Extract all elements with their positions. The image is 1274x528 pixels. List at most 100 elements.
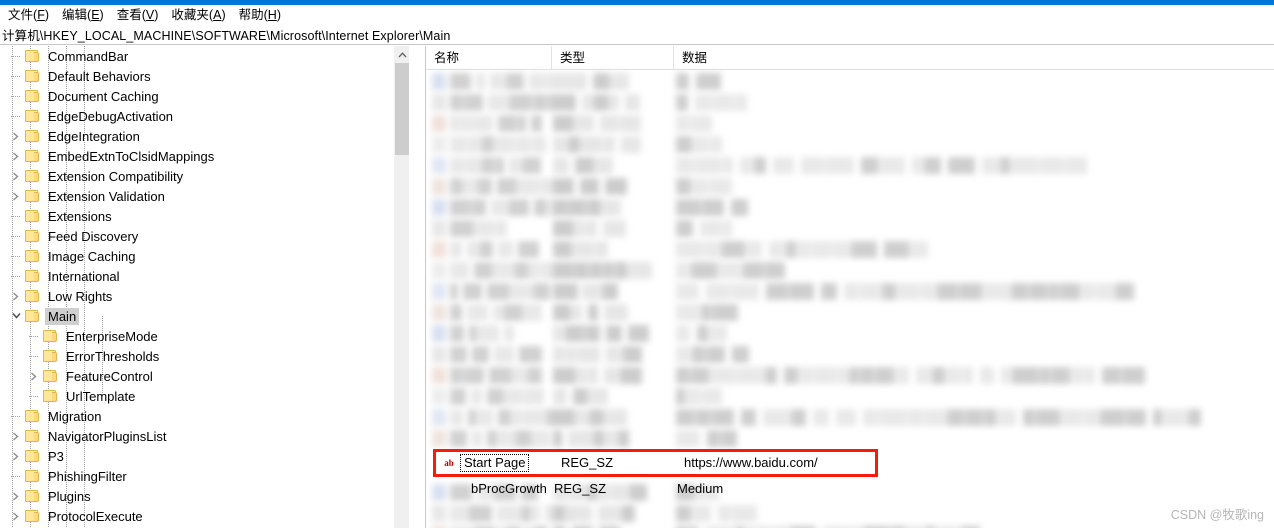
tree-item-plugins[interactable]: Plugins (8, 486, 94, 506)
chevron-right-icon[interactable] (8, 166, 24, 186)
menu-item-accelerator: (A) (208, 7, 226, 22)
tree-item-label: EnterpriseMode (66, 328, 158, 344)
tree-item-international[interactable]: International (8, 266, 123, 286)
chevron-right-icon[interactable] (8, 286, 24, 306)
chevron-right-icon[interactable] (8, 186, 24, 206)
tree-leaf-connector (8, 226, 24, 246)
redacted-row[interactable] (426, 218, 1274, 239)
column-header-data[interactable]: 数据 (673, 46, 1274, 70)
pixelation-mask (426, 115, 1274, 132)
redacted-row[interactable] (426, 155, 1274, 176)
menu-item-help[interactable]: 帮助(H) (235, 6, 290, 24)
tree-item-edgedebugactivation[interactable]: EdgeDebugActivation (8, 106, 176, 126)
tree-item-enterprisemode[interactable]: EnterpriseMode (26, 326, 161, 346)
tree-item-migration[interactable]: Migration (8, 406, 104, 426)
tree-item-navigatorpluginslist[interactable]: NavigatorPluginsList (8, 426, 170, 446)
redacted-row[interactable] (426, 197, 1274, 218)
registry-editor-window: 文件(F) 编辑(E) 查看(V) 收藏夹(A) 帮助(H) 计算机\HKEY_LOCA… (0, 0, 1274, 528)
address-bar[interactable]: 计算机\HKEY_LOCAL_MACHINE\SOFTWARE\Microsof… (0, 24, 1274, 45)
tree-leaf-connector (8, 266, 24, 286)
tree-item-protocolexecute[interactable]: ProtocolExecute (8, 506, 146, 526)
registry-path-text: 计算机\HKEY_LOCAL_MACHINE\SOFTWARE\Microsof… (2, 28, 451, 43)
scroll-thumb[interactable] (395, 63, 409, 155)
tree-vertical-scrollbar[interactable] (393, 46, 409, 528)
column-header-name[interactable]: 名称 (426, 46, 551, 70)
folder-icon (42, 349, 59, 363)
menu-item-edit[interactable]: 编辑(E) (58, 6, 113, 24)
tree-item-featurecontrol[interactable]: FeatureControl (26, 366, 156, 386)
tree-item-main[interactable]: Main (8, 306, 80, 326)
folder-icon (24, 469, 41, 483)
redacted-row[interactable] (426, 260, 1274, 281)
redacted-row[interactable] (426, 386, 1274, 407)
tree-item-label: EmbedExtnToClsidMappings (48, 148, 215, 164)
pixelation-mask (426, 367, 1274, 384)
folder-icon (42, 329, 59, 343)
redacted-row[interactable] (426, 407, 1274, 428)
registry-key-tree[interactable]: CommandBar Default Behaviors Document Cach… (0, 46, 409, 528)
tree-item-embedextntoclsidmappings[interactable]: EmbedExtnToClsidMappings (8, 146, 217, 166)
table-row-start-page[interactable]: ab Start Page REG_SZ https://www.baidu.c… (433, 449, 878, 477)
menu-item-label: 文件 (8, 7, 34, 22)
tree-item-default-behaviors[interactable]: Default Behaviors (8, 66, 154, 86)
menu-item-file[interactable]: 文件(F) (4, 6, 58, 24)
folder-icon (42, 389, 59, 403)
tree-leaf-connector (8, 86, 24, 106)
tree-item-errorthresholds[interactable]: ErrorThresholds (26, 346, 162, 366)
column-header-type[interactable]: 类型 (551, 46, 673, 70)
chevron-right-icon[interactable] (8, 486, 24, 506)
tree-item-urltemplate[interactable]: UrlTemplate (26, 386, 138, 406)
tree-item-label: Migration (48, 408, 102, 424)
folder-icon (24, 169, 41, 183)
tree-item-p3[interactable]: P3 (8, 446, 67, 466)
redacted-row[interactable] (426, 323, 1274, 344)
redacted-row[interactable] (426, 239, 1274, 260)
value-name[interactable]: Start Page (460, 454, 530, 472)
redacted-row[interactable] (426, 71, 1274, 92)
chevron-right-icon[interactable] (8, 146, 24, 166)
registry-values-list[interactable]: 名称 类型 数据 ab Start Page REG_SZ https://www.… (426, 46, 1274, 528)
redacted-row[interactable] (426, 524, 1274, 528)
pixelation-mask (426, 283, 1274, 300)
tree-item-phishingfilter[interactable]: PhishingFilter (8, 466, 130, 486)
pixelation-mask (426, 505, 1274, 522)
menu-item-view[interactable]: 查看(V) (113, 6, 168, 24)
tree-item-commandbar[interactable]: CommandBar (8, 46, 131, 66)
list-column-header: 名称 类型 数据 (426, 46, 1274, 70)
redacted-row[interactable] (426, 302, 1274, 323)
chevron-right-icon[interactable] (8, 126, 24, 146)
tree-item-label: CommandBar (48, 48, 129, 64)
redacted-row[interactable] (426, 92, 1274, 113)
menu-item-accelerator: (F) (33, 7, 49, 22)
menu-item-favorites[interactable]: 收藏夹(A) (167, 6, 234, 24)
redacted-row[interactable] (426, 365, 1274, 386)
tree-item-feed-discovery[interactable]: Feed Discovery (8, 226, 141, 246)
menu-item-label: 查看 (116, 7, 142, 22)
tree-item-edgeintegration[interactable]: EdgeIntegration (8, 126, 143, 146)
tree-item-label: Main (45, 307, 80, 325)
chevron-down-icon[interactable] (8, 306, 24, 326)
tree-item-extension-validation[interactable]: Extension Validation (8, 186, 168, 206)
redacted-row[interactable] (426, 281, 1274, 302)
table-row-proc-growth[interactable]: bProcGrowth REG_SZ Medium (426, 479, 1274, 499)
redacted-row[interactable] (426, 344, 1274, 365)
redacted-row[interactable] (426, 113, 1274, 134)
pixelation-mask (426, 409, 1274, 426)
chevron-right-icon[interactable] (8, 426, 24, 446)
folder-icon (24, 209, 41, 223)
tree-item-image-caching[interactable]: Image Caching (8, 246, 138, 266)
pixelation-mask (426, 220, 1274, 237)
chevron-right-icon[interactable] (26, 366, 42, 386)
tree-item-extensions[interactable]: Extensions (8, 206, 115, 226)
pixelation-mask (426, 157, 1274, 174)
chevron-right-icon[interactable] (8, 446, 24, 466)
tree-item-low-rights[interactable]: Low Rights (8, 286, 115, 306)
tree-item-extension-compatibility[interactable]: Extension Compatibility (8, 166, 186, 186)
redacted-row[interactable] (426, 503, 1274, 524)
redacted-row[interactable] (426, 176, 1274, 197)
tree-item-document-caching[interactable]: Document Caching (8, 86, 162, 106)
redacted-row[interactable] (426, 134, 1274, 155)
chevron-right-icon[interactable] (8, 506, 24, 526)
redacted-row[interactable] (426, 428, 1274, 449)
scroll-up-arrow-icon[interactable] (394, 46, 409, 63)
